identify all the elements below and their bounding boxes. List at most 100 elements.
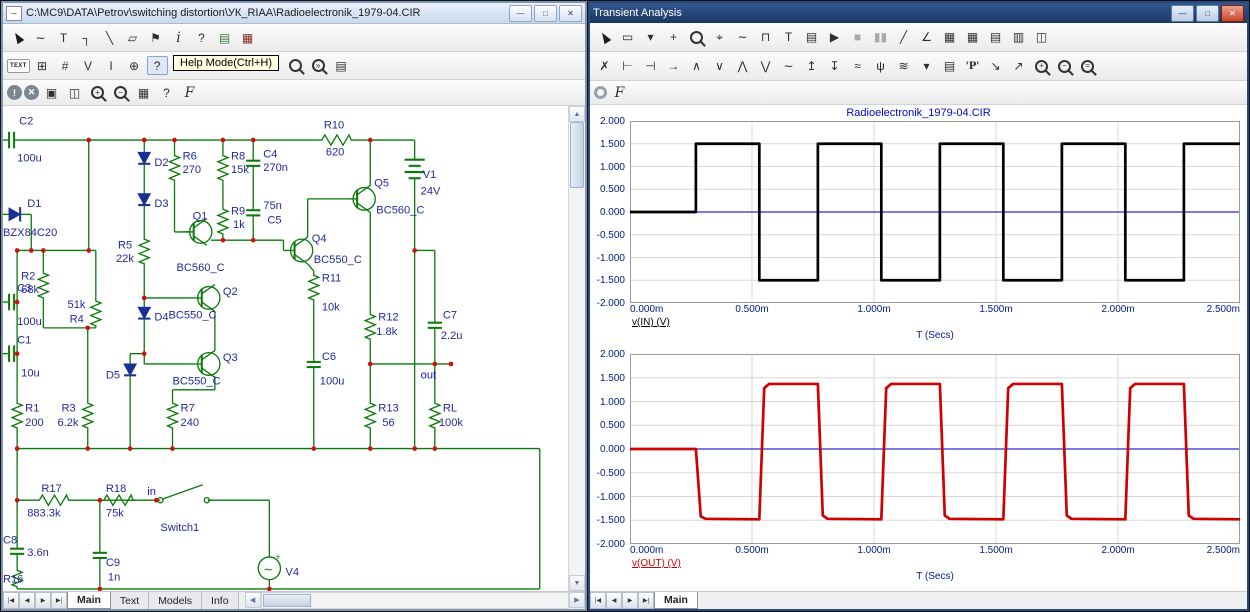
restore-button[interactable]: □ (534, 5, 557, 22)
component-label[interactable]: R8 (231, 151, 245, 163)
component-label[interactable]: 51k (68, 299, 86, 311)
component-label[interactable]: R11 (322, 272, 342, 284)
component-label[interactable]: 75n (263, 200, 282, 212)
component-label[interactable]: R3 (62, 402, 76, 414)
zoom-in-icon[interactable]: + (87, 83, 108, 102)
component-label[interactable]: R13 (378, 402, 398, 414)
component-label[interactable]: D4 (154, 312, 168, 324)
component-label[interactable]: 56 (382, 417, 394, 429)
component-label[interactable]: Q4 (312, 233, 327, 245)
scroll-down-button[interactable]: ▼ (569, 575, 585, 591)
component-label[interactable]: 270n (263, 162, 288, 174)
horizontal-scroll-thumb[interactable] (263, 594, 311, 607)
component-label[interactable]: 1.8k (376, 326, 397, 338)
plot-canvas[interactable] (630, 354, 1240, 544)
tab-models[interactable]: Models (149, 592, 202, 609)
first-tab-button[interactable]: |◀ (590, 592, 606, 609)
tag-horizontal-icon[interactable]: ↘ (985, 57, 1006, 76)
tracker-mode-icon[interactable]: ∼ (732, 28, 753, 47)
find-icon[interactable] (285, 56, 306, 75)
component-label[interactable]: R4 (70, 314, 84, 326)
schematic-canvas[interactable]: ∼+C2100uD1BZX84C20C3100uC110uR268k51kR4R… (3, 106, 568, 591)
font-icon[interactable]: F (609, 83, 630, 102)
component-label[interactable]: BC550_C (173, 376, 221, 388)
component-mode-icon[interactable]: ∼ (30, 28, 51, 47)
zoom-mode-icon[interactable] (686, 28, 707, 47)
component-label[interactable]: 1n (108, 572, 120, 584)
maximize-button[interactable]: □ (1196, 5, 1219, 22)
bottom-tag-icon[interactable]: ↧ (824, 57, 845, 76)
component-label[interactable]: R10 (324, 120, 344, 132)
inflection-icon[interactable]: ∼ (778, 57, 799, 76)
component-label[interactable]: R18 (106, 483, 126, 495)
cursor-mode-icon[interactable]: ⌖ (709, 28, 730, 47)
repeat-find-icon[interactable]: » (308, 56, 329, 75)
object-dropdown-icon[interactable]: ▾ (640, 28, 661, 47)
component-label[interactable]: Switch1 (160, 522, 199, 534)
vertical-scroll-track[interactable] (569, 122, 585, 575)
component-label[interactable]: 100u (320, 376, 345, 388)
component-label[interactable]: 100u (17, 316, 42, 328)
component-label[interactable]: 15k (231, 164, 249, 176)
component-label[interactable]: 620 (326, 146, 345, 158)
select-arrow-icon[interactable] (594, 28, 615, 47)
component-label[interactable]: 100k (439, 417, 463, 429)
component-label[interactable]: 75k (106, 508, 124, 520)
zoom-in-icon[interactable]: + (1031, 57, 1052, 76)
component-label[interactable]: 270 (183, 164, 202, 176)
diagonal-wire-mode-icon[interactable]: ╲ (99, 28, 120, 47)
split-view-icon[interactable]: ◫ (1031, 28, 1052, 47)
pan-mode-icon[interactable]: + (663, 28, 684, 47)
component-label[interactable]: BZX84C20 (3, 227, 57, 239)
component-label[interactable]: 68k (21, 284, 39, 296)
pause-icon[interactable]: ▮▮ (870, 28, 891, 47)
component-label[interactable]: V1 (423, 169, 437, 181)
component-label[interactable]: 22k (116, 253, 134, 265)
scale-mode-icon[interactable]: ⊓ (755, 28, 776, 47)
help-topics-icon[interactable]: ? (156, 83, 177, 102)
vertical-scrollbar[interactable]: ▲ ▼ (568, 106, 585, 591)
series-label[interactable]: v(OUT) (V) (632, 558, 681, 569)
zoom-out-icon[interactable]: − (110, 83, 131, 102)
flag-mode-icon[interactable]: ⚑ (145, 28, 166, 47)
line-mode-icon[interactable]: ╱ (893, 28, 914, 47)
region-enable-icon[interactable]: ▤ (214, 28, 235, 47)
current-display-icon[interactable]: I (101, 56, 122, 75)
component-label[interactable]: C9 (106, 557, 120, 569)
info-mode-icon[interactable]: i (168, 28, 189, 47)
tab-text[interactable]: Text (111, 592, 149, 609)
schematic-titlebar[interactable]: ∼ C:\MC9\DATA\Petrov\switching distortio… (3, 3, 585, 24)
component-label[interactable]: 200 (25, 417, 44, 429)
cursor-left-icon[interactable]: ⊢ (617, 57, 638, 76)
component-label[interactable]: BC550_C (314, 254, 362, 266)
component-palette-icon[interactable]: ▦ (237, 28, 258, 47)
scroll-left-button[interactable]: ◀ (245, 592, 261, 608)
tab-main[interactable]: Main (654, 592, 698, 609)
erase-circle-icon[interactable]: ✕ (24, 85, 39, 100)
component-label[interactable]: RL (443, 402, 457, 414)
tab-info[interactable]: Info (202, 592, 239, 609)
component-label[interactable]: out (421, 369, 437, 381)
component-label[interactable]: Q1 (193, 210, 208, 222)
component-label[interactable]: Q5 (374, 177, 389, 189)
component-label[interactable]: in (147, 486, 156, 498)
component-label[interactable]: C1 (17, 334, 31, 346)
polygon-mode-icon[interactable]: ∠ (916, 28, 937, 47)
minimize-button[interactable]: — (1171, 5, 1194, 22)
component-label[interactable]: D3 (154, 198, 168, 210)
series-label[interactable]: v(IN) (V) (632, 317, 670, 328)
global-high-icon[interactable]: ⋀ (732, 57, 753, 76)
help-mode-button-icon[interactable]: ? (147, 56, 168, 75)
component-label[interactable]: BC550_C (168, 309, 216, 321)
scroll-right-button[interactable]: ▶ (569, 592, 585, 608)
valley-icon[interactable]: ∨ (709, 57, 730, 76)
info-page-icon[interactable]: ▤ (331, 56, 352, 75)
font-icon[interactable]: F (179, 83, 200, 102)
minimize-button[interactable]: — (509, 5, 532, 22)
component-label[interactable]: 883.3k (27, 508, 61, 520)
global-low-icon[interactable]: ⋁ (755, 57, 776, 76)
plot-canvas[interactable] (630, 121, 1240, 303)
image-export-icon[interactable]: ▦ (133, 83, 154, 102)
erase-cursors-icon[interactable]: ✗ (594, 57, 615, 76)
stop-icon[interactable]: ■ (847, 28, 868, 47)
